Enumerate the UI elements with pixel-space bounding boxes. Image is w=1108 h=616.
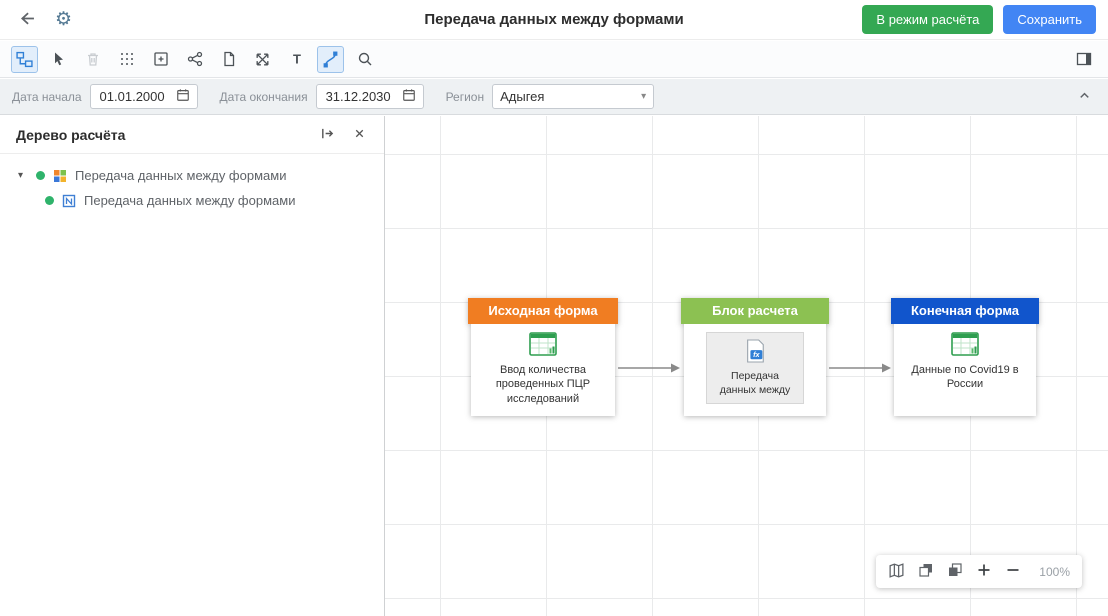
close-icon <box>353 127 366 143</box>
start-date-input[interactable] <box>98 88 172 105</box>
edge-connector[interactable] <box>829 362 891 377</box>
settings-button[interactable]: ⚙ <box>53 8 74 31</box>
fx-document-icon: fx <box>744 338 766 367</box>
node-body: Данные по Covid19 в России <box>894 324 1036 416</box>
arrow-left-icon <box>18 10 35 30</box>
save-button[interactable]: Сохранить <box>1003 5 1096 34</box>
tree-item-child[interactable]: Передача данных между формами <box>0 188 384 213</box>
node-body: fx Передача данных между <box>684 324 826 416</box>
close-panel-button[interactable] <box>351 125 368 145</box>
tree-item-label: Передача данных между формами <box>75 168 286 183</box>
region-value: Адыгея <box>500 89 544 104</box>
end-date-input[interactable] <box>324 88 398 105</box>
node-final-form[interactable]: Конечная форма Данные по Covid19 в Росси… <box>891 298 1039 416</box>
end-date-label: Дата окончания <box>220 90 308 104</box>
search-icon[interactable] <box>351 46 378 73</box>
node-label: Передача данных между <box>713 370 797 397</box>
edge-connector[interactable] <box>618 362 680 377</box>
gear-icon: ⚙ <box>55 10 72 29</box>
diagram-canvas[interactable]: Исходная форма Ввод количества проведенн… <box>385 116 1108 616</box>
zoom-out-button[interactable] <box>1005 562 1021 581</box>
bring-forward-icon <box>918 562 934 581</box>
delete-icon[interactable] <box>79 46 106 73</box>
flowchart-mode-icon[interactable] <box>11 46 38 73</box>
start-date-field <box>90 84 198 109</box>
send-backward-icon <box>947 562 963 581</box>
end-date-field <box>316 84 424 109</box>
main-content: Дерево расчёта ▾ <box>0 116 1108 616</box>
region-label: Регион <box>446 90 485 104</box>
calc-tree-panel: Дерево расчёта ▾ <box>0 116 385 616</box>
filter-bar: Дата начала Дата окончания Регион Адыгея… <box>0 79 1108 115</box>
header-actions: В режим расчёта Сохранить <box>862 5 1108 34</box>
tree-item-label: Передача данных между формами <box>84 193 295 208</box>
start-date-calendar-button[interactable] <box>172 88 190 105</box>
back-button[interactable] <box>16 8 37 32</box>
node-header: Блок расчета <box>681 298 829 324</box>
tree-body: ▾ Передача данных между формами Передача… <box>0 154 384 213</box>
expander-caret-icon[interactable]: ▾ <box>18 170 28 181</box>
tree-panel-title: Дерево расчёта <box>16 127 125 143</box>
toolbar: T <box>0 41 1108 78</box>
node-header: Исходная форма <box>468 298 618 324</box>
calc-mode-button[interactable]: В режим расчёта <box>862 5 993 34</box>
chevron-up-icon <box>1077 88 1092 106</box>
chevron-down-icon: ▾ <box>641 91 646 102</box>
region-select[interactable]: Адыгея ▾ <box>492 84 654 109</box>
zoom-in-button[interactable] <box>976 562 992 581</box>
node-header: Конечная форма <box>891 298 1039 324</box>
collapse-filters-button[interactable] <box>1073 84 1096 110</box>
fit-screen-icon[interactable] <box>249 46 276 73</box>
text-tool-icon[interactable]: T <box>283 46 310 73</box>
node-label: Ввод количества проведенных ПЦР исследов… <box>477 363 609 406</box>
node-label: Данные по Covid19 в России <box>900 363 1030 392</box>
send-backward-button[interactable] <box>947 562 963 581</box>
status-dot <box>45 196 54 205</box>
pin-panel-button[interactable] <box>318 124 337 146</box>
map-icon <box>888 562 905 582</box>
bring-forward-button[interactable] <box>918 562 934 581</box>
node-calc-block[interactable]: Блок расчета fx Передача данных между <box>681 298 829 416</box>
form-table-icon <box>529 332 557 359</box>
calendar-icon <box>402 88 416 105</box>
zoom-out-icon <box>1005 562 1021 581</box>
zoom-level: 100% <box>1034 565 1070 579</box>
node-source-form[interactable]: Исходная форма Ввод количества проведенн… <box>468 298 618 416</box>
report-grid-icon <box>53 169 67 183</box>
svg-text:T: T <box>293 52 301 67</box>
zoom-in-icon <box>976 562 992 581</box>
document-icon[interactable] <box>215 46 242 73</box>
minimap-button[interactable] <box>888 562 905 582</box>
start-date-label: Дата начала <box>12 90 82 104</box>
collapse-to-right-icon <box>320 126 335 144</box>
toggle-panel-icon[interactable] <box>1070 46 1097 73</box>
tree-panel-header: Дерево расчёта <box>0 116 384 154</box>
zoom-toolbar: 100% <box>876 555 1082 588</box>
node-body: Ввод количества проведенных ПЦР исследов… <box>471 324 615 416</box>
form-table-icon <box>951 332 979 359</box>
flow-lines-icon[interactable] <box>317 46 344 73</box>
end-date-calendar-button[interactable] <box>398 88 416 105</box>
connections-icon[interactable] <box>181 46 208 73</box>
tree-item-root[interactable]: ▾ Передача данных между формами <box>0 163 384 188</box>
svg-text:fx: fx <box>753 350 760 359</box>
add-node-icon[interactable] <box>147 46 174 73</box>
snap-grid-icon[interactable] <box>113 46 140 73</box>
header-left: ⚙ <box>0 8 74 32</box>
calc-form-icon <box>62 194 76 208</box>
select-pointer-icon[interactable] <box>45 46 72 73</box>
status-dot <box>36 171 45 180</box>
calendar-icon <box>176 88 190 105</box>
header-bar: ⚙ Передача данных между формами В режим … <box>0 0 1108 40</box>
app-window: ⚙ Передача данных между формами В режим … <box>0 0 1108 616</box>
calc-inner-box: fx Передача данных между <box>706 332 804 404</box>
